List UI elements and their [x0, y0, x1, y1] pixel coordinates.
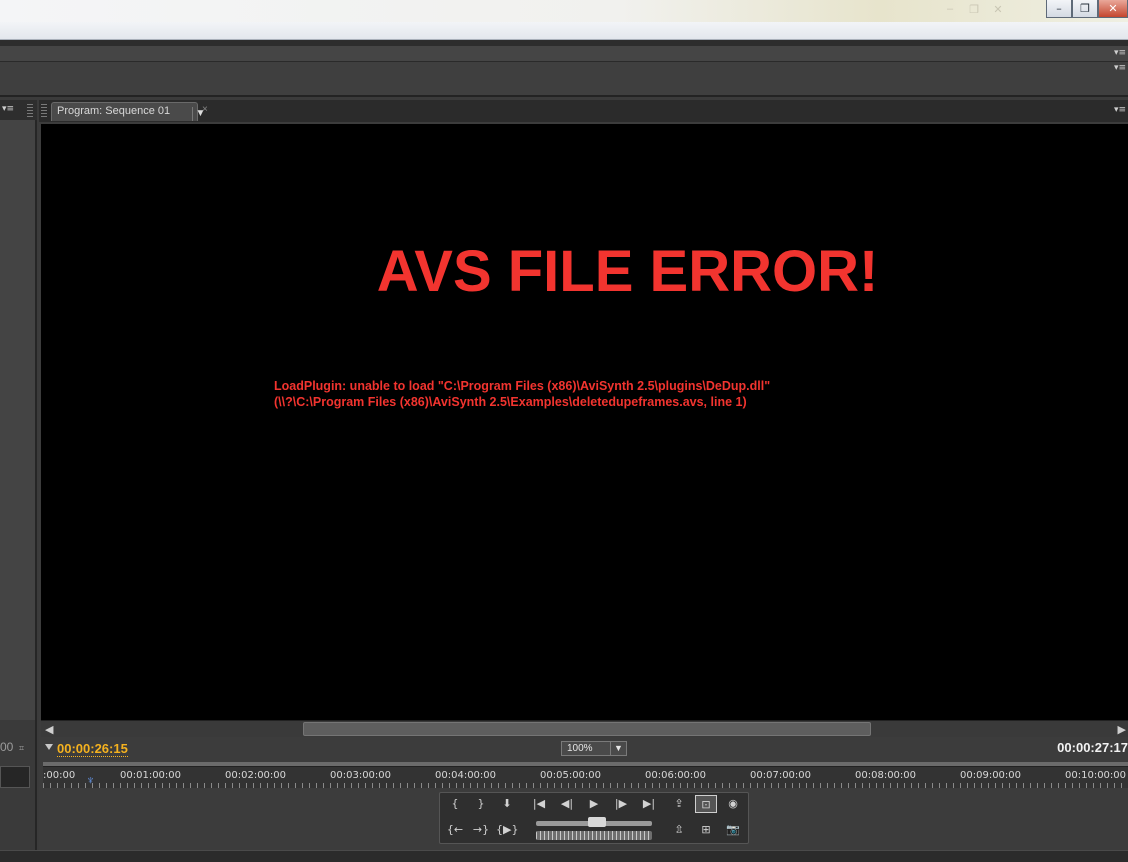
upper-panel-menu-icon[interactable]: ▾≡ — [1114, 64, 1126, 73]
ruler-label: 00:09:00:00 — [960, 770, 1022, 781]
playhead-marker-icon — [45, 744, 53, 750]
step-forward-button[interactable]: |▶ — [610, 795, 632, 813]
bottom-panel-edge — [0, 850, 1128, 862]
tab-close-icon[interactable]: × — [202, 104, 208, 115]
step-back-button[interactable]: ◀| — [556, 795, 578, 813]
window-titlebar: – ❐ ✕ – ❐ ✕ — [0, 0, 1128, 22]
inactive-restore-icon: ❐ — [969, 4, 979, 16]
duration-timecode: 00:00:27:17 — [1057, 740, 1128, 755]
extract-button[interactable]: ⇫ — [668, 821, 690, 839]
current-timecode[interactable]: 00:00:26:15 — [57, 741, 128, 757]
ruler-label: 00:08:00:00 — [855, 770, 917, 781]
restore-button[interactable]: ❐ — [1072, 0, 1098, 18]
mark-in-button[interactable]: { — [444, 795, 466, 813]
ruler-label: 00:02:00:00 — [225, 770, 287, 781]
tab-program-sequence[interactable]: Program: Sequence 01 ▼ — [51, 102, 205, 121]
error-title: AVS FILE ERROR! — [376, 239, 879, 304]
left-panel-menu-icon[interactable]: ▾≡ — [2, 105, 14, 114]
timecode-bar: 00:00:26:15 100% ▼ 00:00:27:17 — [39, 738, 1128, 762]
lift-button[interactable]: ⇪ — [668, 795, 690, 813]
play-in-to-out-button[interactable]: {▶} — [496, 821, 518, 839]
shuttle-knob[interactable] — [588, 817, 606, 827]
left-panel-settings-icon[interactable]: ⌗ — [19, 743, 24, 754]
ruler-label: 00:03:00:00 — [330, 770, 392, 781]
header-panel-menu-icon[interactable]: ▾≡ — [1114, 49, 1126, 58]
mark-out-button[interactable]: } — [470, 795, 492, 813]
error-message-line-2: (\\?\C:\Program Files (x86)\AviSynth 2.5… — [274, 395, 747, 409]
left-panel-tabbar: ▾≡ — [0, 100, 37, 120]
go-to-next-edit-button[interactable]: ▶| — [638, 795, 660, 813]
zoom-level-value: 100% — [567, 743, 593, 754]
go-to-out-button[interactable]: →} — [470, 821, 492, 839]
scroll-left-icon[interactable]: ◀ — [45, 723, 53, 736]
export-frame-button[interactable]: 📷 — [722, 821, 744, 839]
app-upper-panel: ▾≡ — [0, 62, 1128, 97]
safe-margins-button[interactable]: ⊡ — [695, 795, 717, 813]
tab-label: Program: Sequence 01 — [57, 105, 171, 117]
inactive-minimize-icon: – — [946, 3, 954, 15]
transport-controls: { } ⬇ {← →} {▶} |◀ ◀| ▶ |▶ ▶| ⇪ ⊡ ◉ ⇫ ⊞ … — [439, 792, 749, 844]
ruler-track[interactable] — [43, 762, 1128, 767]
ruler-label: :00:00 — [43, 770, 76, 781]
video-viewer[interactable]: AVS FILE ERROR! LoadPlugin: unable to lo… — [41, 124, 1128, 720]
zoom-level-select[interactable]: 100% ▼ — [561, 741, 627, 756]
playhead-icon[interactable]: ♆ — [86, 774, 98, 786]
left-panel-grip-icon[interactable] — [27, 104, 33, 118]
ruler-label: 00:06:00:00 — [645, 770, 707, 781]
zoom-dropdown-icon[interactable]: ▼ — [610, 742, 626, 755]
monitor-grip-icon[interactable] — [41, 104, 47, 118]
menu-bar-area — [0, 22, 1128, 40]
go-to-in-button[interactable]: {← — [444, 821, 466, 839]
minimize-button[interactable]: – — [1046, 0, 1072, 18]
ruler-ticks — [43, 783, 1128, 788]
program-monitor: Program: Sequence 01 ▼ × ▾≡ AVS FILE ERR… — [39, 100, 1128, 850]
window-controls: – ❐ ✕ — [1046, 0, 1128, 18]
jog-wheel[interactable] — [536, 831, 652, 840]
time-ruler[interactable]: :00:00 00:01:00:00 00:02:00:00 00:03:00:… — [43, 762, 1128, 788]
close-button[interactable]: ✕ — [1098, 0, 1128, 18]
scroll-thumb[interactable] — [303, 722, 871, 736]
ruler-label: 00:01:00:00 — [120, 770, 182, 781]
play-button[interactable]: ▶ — [583, 795, 605, 813]
inactive-close-icon: ✕ — [993, 4, 1003, 16]
ruler-label: 00:07:00:00 — [750, 770, 812, 781]
set-marker-button[interactable]: ⬇ — [496, 795, 518, 813]
output-button[interactable]: ◉ — [722, 795, 744, 813]
monitor-panel-menu-icon[interactable]: ▾≡ — [1114, 106, 1126, 115]
left-panel-timecode: 00 — [0, 740, 14, 754]
error-message-line-1: LoadPlugin: unable to load "C:\Program F… — [274, 379, 771, 393]
ruler-label: 00:10:00:00 — [1065, 770, 1127, 781]
left-panel-content — [0, 120, 35, 720]
monitor-tabbar: Program: Sequence 01 ▼ × ▾≡ — [39, 100, 1128, 122]
scroll-right-icon[interactable]: ▶ — [1118, 723, 1126, 736]
trim-monitor-button[interactable]: ⊞ — [695, 821, 717, 839]
ruler-label: 00:04:00:00 — [435, 770, 497, 781]
left-panel-field[interactable] — [0, 766, 30, 788]
app-header-bar: ▾≡ — [0, 46, 1128, 62]
go-to-previous-edit-button[interactable]: |◀ — [528, 795, 550, 813]
left-panel: ▾≡ 00 ⌗ — [0, 100, 37, 850]
ruler-label: 00:05:00:00 — [540, 770, 602, 781]
viewer-horizontal-scrollbar[interactable]: ◀ ▶ — [41, 720, 1128, 737]
